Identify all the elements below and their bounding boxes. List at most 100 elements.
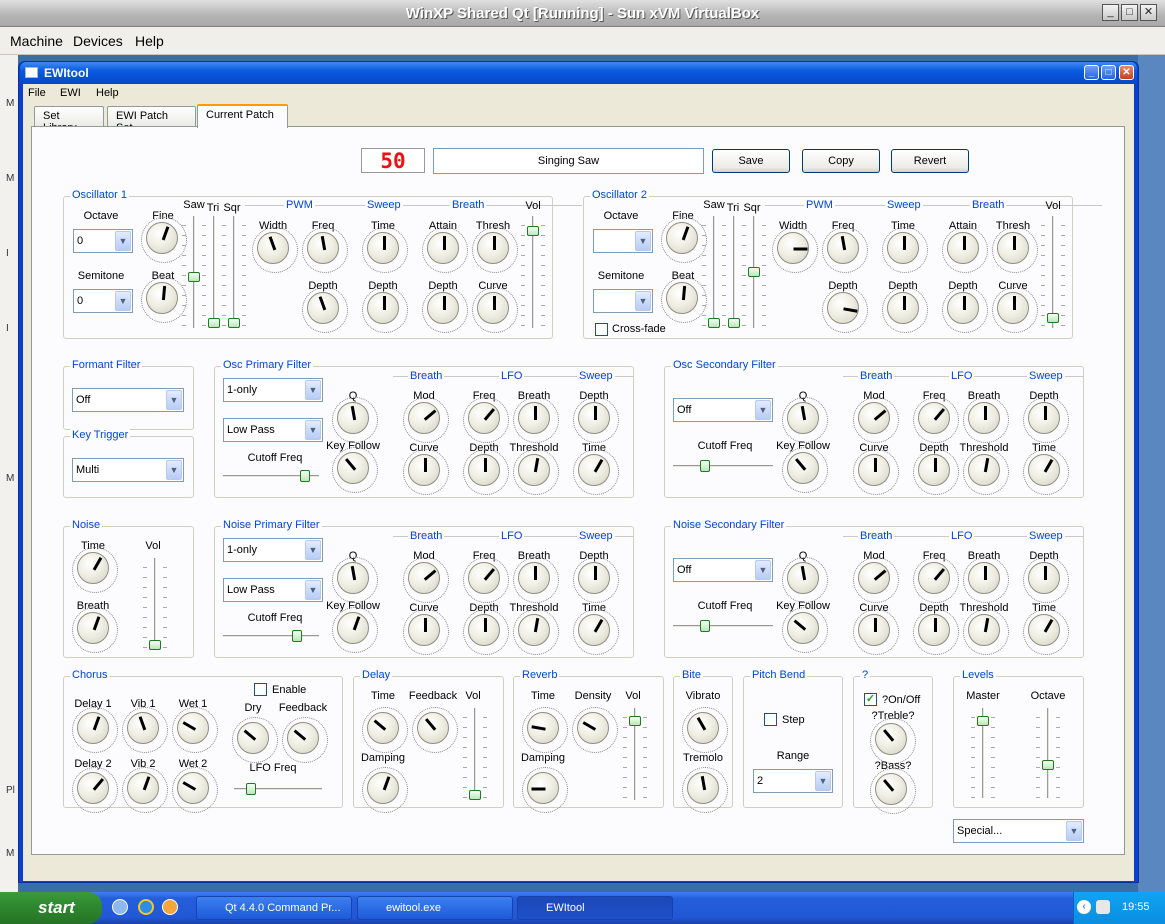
lfo-threshold-knob[interactable]: [963, 609, 1009, 655]
pwm-depth-knob[interactable]: [822, 287, 868, 333]
octave-select[interactable]: ▼: [593, 229, 653, 253]
chevron-down-icon[interactable]: ▼: [166, 390, 182, 410]
chorus-dry-knob[interactable]: [232, 717, 278, 763]
pwm-depth-knob[interactable]: [302, 287, 348, 333]
pwm-width-knob[interactable]: [772, 227, 818, 273]
breath-curve-knob[interactable]: [403, 449, 449, 495]
slider-thumb[interactable]: [291, 630, 302, 642]
sweep-depth-knob[interactable]: [362, 287, 408, 333]
tri-slider[interactable]: [722, 216, 746, 328]
chevron-down-icon[interactable]: ▼: [115, 231, 131, 251]
keyfollow-knob[interactable]: [332, 607, 378, 653]
ie-icon[interactable]: [138, 899, 154, 915]
key-trigger-select[interactable]: Multi ▼: [72, 458, 184, 482]
win-minimize-button[interactable]: _: [1084, 65, 1099, 80]
osc-vol-slider[interactable]: [521, 216, 545, 328]
q-knob[interactable]: [782, 397, 828, 443]
breath-mod-knob[interactable]: [853, 397, 899, 443]
breath-depth-knob[interactable]: [422, 287, 468, 333]
sweep-time-knob[interactable]: [1023, 609, 1069, 655]
breath-mod-knob[interactable]: [403, 397, 449, 443]
lfo-freq-knob[interactable]: [463, 557, 509, 603]
delay-damping-knob[interactable]: [362, 767, 408, 813]
reverb-density-knob[interactable]: [572, 707, 618, 753]
curve-knob[interactable]: [992, 287, 1038, 333]
tremolo-knob[interactable]: [682, 767, 728, 813]
delay-vol-slider[interactable]: [463, 708, 487, 800]
attain-knob[interactable]: [942, 227, 988, 273]
osc-vol-slider[interactable]: [1041, 216, 1065, 328]
slider-thumb[interactable]: [1042, 760, 1054, 770]
slider-thumb[interactable]: [300, 470, 311, 482]
filter-select[interactable]: Off ▼: [673, 398, 773, 422]
q-knob[interactable]: [782, 557, 828, 603]
lfo-depth-knob[interactable]: [913, 449, 959, 495]
sweep-depth-knob[interactable]: [573, 397, 619, 443]
slider-thumb[interactable]: [188, 272, 200, 283]
reverb-time-knob[interactable]: [522, 707, 568, 753]
slider-thumb[interactable]: [748, 267, 760, 277]
beat-knob[interactable]: [141, 277, 187, 323]
lfo-depth-knob[interactable]: [463, 609, 509, 655]
slider-thumb[interactable]: [700, 460, 710, 472]
slider-thumb[interactable]: [245, 783, 256, 795]
chevron-down-icon[interactable]: ▼: [635, 231, 651, 251]
slider-thumb[interactable]: [629, 716, 641, 727]
formant-select[interactable]: Off ▼: [72, 388, 184, 412]
filter-type-select[interactable]: Low Pass ▼: [223, 418, 323, 442]
reverb-damping-knob[interactable]: [522, 767, 568, 813]
breath-mod-knob[interactable]: [853, 557, 899, 603]
revert-button[interactable]: Revert: [891, 149, 969, 173]
media-player-icon[interactable]: [162, 899, 178, 915]
sweep-depth-knob[interactable]: [882, 287, 928, 333]
pwm-freq-knob[interactable]: [302, 227, 348, 273]
slider-thumb[interactable]: [469, 790, 481, 800]
lfo-freq-knob[interactable]: [463, 397, 509, 443]
cutoff-slider[interactable]: [223, 470, 319, 482]
fine-knob[interactable]: [661, 217, 707, 263]
tab-set-library[interactable]: Set Library: [34, 106, 104, 134]
q-knob[interactable]: [332, 397, 378, 443]
slider-thumb[interactable]: [977, 716, 989, 726]
filter-mode-select[interactable]: 1-only ▼: [223, 378, 323, 402]
chevron-down-icon[interactable]: ▼: [635, 291, 651, 311]
sweep-time-knob[interactable]: [573, 449, 619, 495]
delay-time-knob[interactable]: [362, 707, 408, 753]
filter-select[interactable]: Off ▼: [673, 558, 773, 582]
step-checkbox[interactable]: [764, 713, 777, 726]
semitone-select[interactable]: ▼: [593, 289, 653, 313]
pwm-width-knob[interactable]: [252, 227, 298, 273]
breath-curve-knob[interactable]: [853, 609, 899, 655]
menu-help[interactable]: Help: [135, 33, 164, 49]
saw-slider[interactable]: [182, 216, 206, 328]
vibrato-knob[interactable]: [682, 707, 728, 753]
win-close-button[interactable]: ✕: [1119, 65, 1134, 80]
tab-ewi-patch-set[interactable]: EWI Patch Set: [107, 106, 196, 134]
slider-thumb[interactable]: [228, 318, 240, 328]
chevron-down-icon[interactable]: ▼: [1066, 821, 1082, 841]
lfo-freq-knob[interactable]: [913, 397, 959, 443]
bass-knob[interactable]: [870, 768, 916, 814]
sweep-time-knob[interactable]: [1023, 449, 1069, 495]
tab-current-patch[interactable]: Current Patch: [197, 104, 288, 128]
noise-breath-knob[interactable]: [72, 607, 118, 653]
chorus-feedback-knob[interactable]: [282, 717, 328, 763]
taskbar-item-ewitool[interactable]: EWItool: [517, 896, 673, 920]
sqr-slider[interactable]: [222, 216, 246, 328]
slider-thumb[interactable]: [700, 620, 710, 632]
chevron-down-icon[interactable]: ▼: [305, 420, 321, 440]
master-level-slider[interactable]: [971, 708, 995, 798]
taskbar-item-qt-command[interactable]: Qt 4.4.0 Command Pr...: [196, 896, 352, 920]
slider-thumb[interactable]: [1047, 312, 1059, 323]
lfo-depth-knob[interactable]: [913, 609, 959, 655]
lfo-breath-knob[interactable]: [513, 397, 559, 443]
menu-devices[interactable]: Devices: [73, 33, 123, 49]
sweep-depth-knob[interactable]: [1023, 397, 1069, 443]
chevron-down-icon[interactable]: ▼: [115, 291, 131, 311]
keyfollow-knob[interactable]: [782, 447, 828, 493]
cutoff-slider[interactable]: [673, 460, 773, 472]
tri-slider[interactable]: [202, 216, 226, 328]
chevron-down-icon[interactable]: ▼: [305, 380, 321, 400]
attain-knob[interactable]: [422, 227, 468, 273]
slider-thumb[interactable]: [708, 318, 720, 328]
